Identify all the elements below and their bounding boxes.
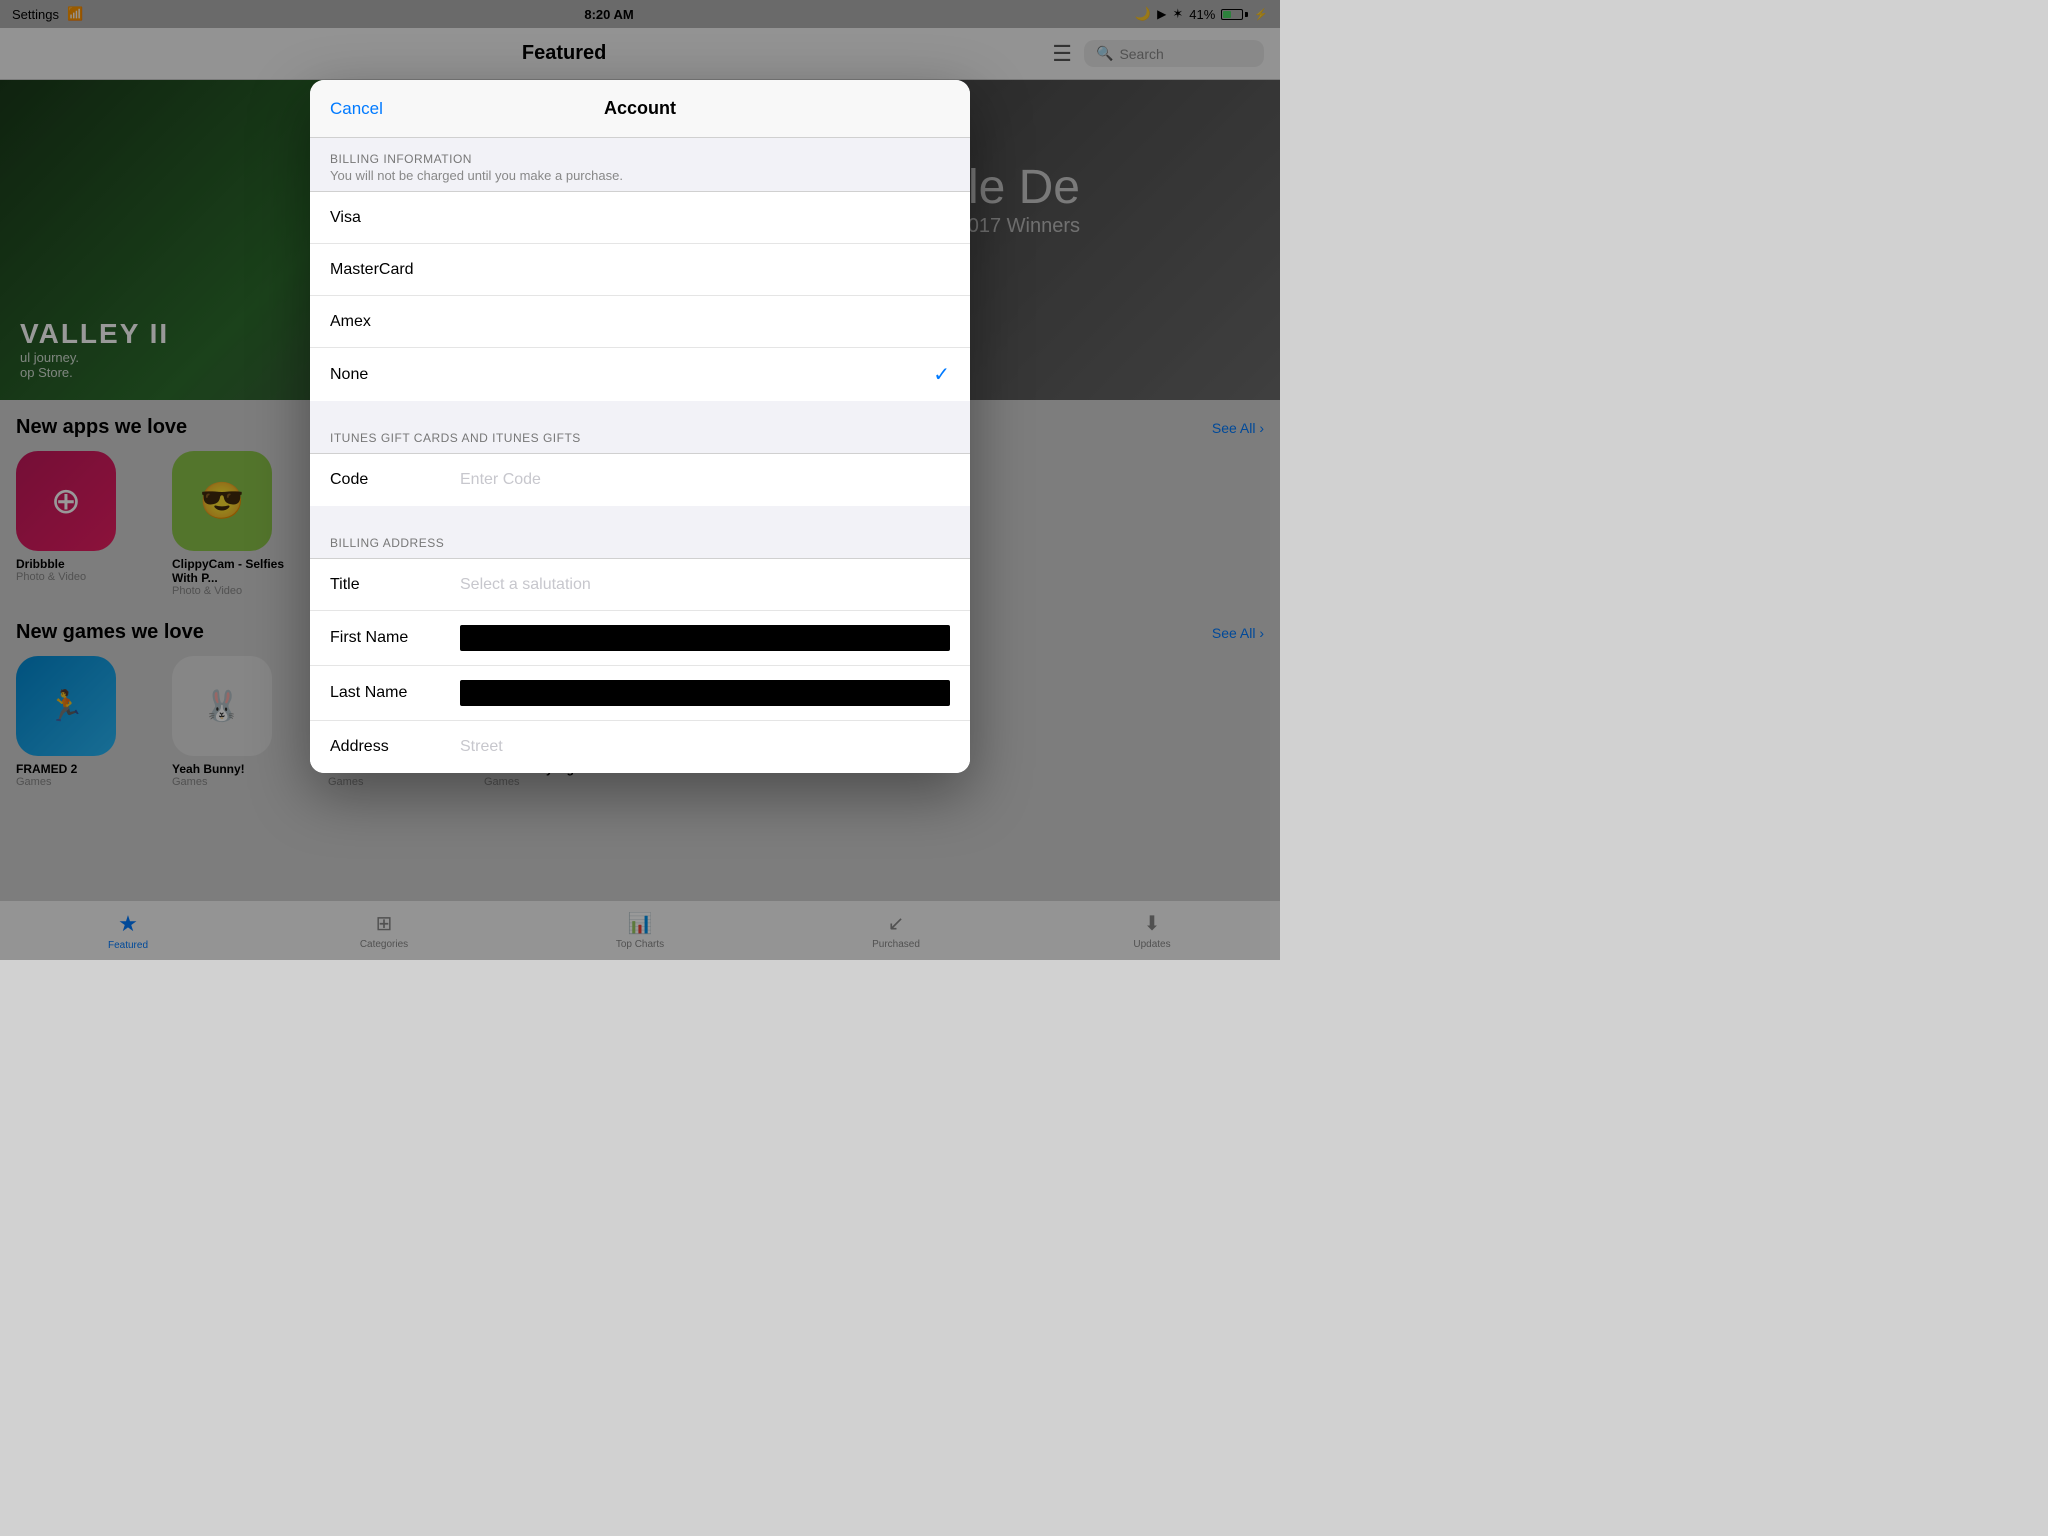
address-value: Street [460, 738, 950, 756]
address-label: Address [330, 738, 460, 756]
billing-info-header: BILLING INFORMATION You will not be char… [310, 138, 970, 191]
last-name-label: Last Name [330, 684, 460, 702]
mastercard-option[interactable]: MasterCard [310, 244, 970, 296]
none-label: None [330, 366, 925, 384]
code-label: Code [330, 471, 460, 489]
address-row[interactable]: Address Street [310, 721, 970, 773]
none-option[interactable]: None ✓ [310, 348, 970, 401]
title-row[interactable]: Title Select a salutation [310, 559, 970, 611]
modal-title: Account [604, 98, 676, 119]
cancel-button[interactable]: Cancel [330, 99, 383, 119]
modal-header: Cancel Account [310, 80, 970, 138]
title-placeholder: Select a salutation [460, 576, 950, 594]
title-label: Title [330, 576, 460, 594]
first-name-row[interactable]: First Name [310, 611, 970, 666]
code-row[interactable]: Code Enter Code [310, 454, 970, 506]
itunes-header: ITUNES GIFT CARDS AND ITUNES GIFTS [310, 417, 970, 453]
last-name-row[interactable]: Last Name [310, 666, 970, 721]
amex-option[interactable]: Amex [310, 296, 970, 348]
mastercard-label: MasterCard [330, 261, 950, 279]
checkmark-icon: ✓ [933, 362, 950, 387]
billing-address-section: BILLING ADDRESS Title Select a salutatio… [310, 522, 970, 773]
visa-label: Visa [330, 209, 950, 227]
itunes-section: ITUNES GIFT CARDS AND ITUNES GIFTS Code … [310, 417, 970, 506]
code-placeholder: Enter Code [460, 471, 950, 489]
billing-info-subtitle: You will not be charged until you make a… [330, 168, 950, 183]
payment-options-group: Visa MasterCard Amex None ✓ [310, 191, 970, 401]
itunes-title: ITUNES GIFT CARDS AND ITUNES GIFTS [330, 431, 950, 445]
amex-label: Amex [330, 313, 950, 331]
visa-option[interactable]: Visa [310, 192, 970, 244]
first-name-input[interactable] [460, 625, 950, 651]
itunes-form-group: Code Enter Code [310, 453, 970, 506]
address-form-group: Title Select a salutation First Name Las… [310, 558, 970, 773]
last-name-input[interactable] [460, 680, 950, 706]
billing-address-title: BILLING ADDRESS [330, 536, 950, 550]
billing-address-header: BILLING ADDRESS [310, 522, 970, 558]
modal-overlay: Cancel Account BILLING INFORMATION You w… [0, 0, 1280, 960]
first-name-label: First Name [330, 629, 460, 647]
billing-info-title: BILLING INFORMATION [330, 152, 950, 166]
account-modal: Cancel Account BILLING INFORMATION You w… [310, 80, 970, 773]
